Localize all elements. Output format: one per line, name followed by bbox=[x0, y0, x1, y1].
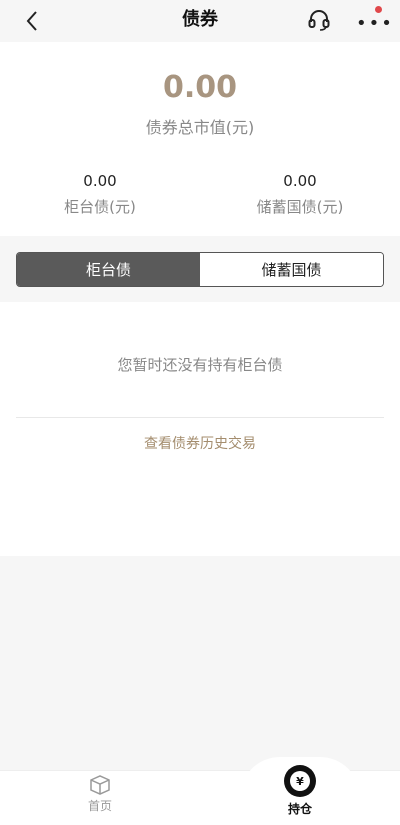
nav-home-label: 首页 bbox=[87, 799, 112, 813]
bond-history-link[interactable]: 查看债券历史交易 bbox=[0, 433, 400, 453]
counter-bond-summary: 0.00 柜台债(元) bbox=[0, 170, 200, 220]
tab-counter-bond[interactable]: 柜台债 bbox=[17, 253, 200, 286]
more-dots-icon: ••• bbox=[356, 13, 394, 34]
counter-bond-label: 柜台债(元) bbox=[64, 198, 136, 216]
notification-dot bbox=[375, 6, 382, 13]
total-market-value: 0.00 bbox=[162, 70, 238, 105]
top-bar: 债券 ••• bbox=[0, 0, 400, 42]
customer-service-button[interactable] bbox=[306, 7, 332, 33]
nav-holdings-label: 持仓 bbox=[287, 802, 312, 816]
nav-holdings[interactable]: ¥ 持仓 bbox=[270, 765, 330, 817]
holdings-content: 您暂时还没有持有柜台债 查看债券历史交易 bbox=[0, 302, 400, 556]
box-icon bbox=[90, 775, 110, 795]
bond-summary-card: 0.00 债券总市值(元) 0.00 柜台债(元) 0.00 储蓄国债(元) bbox=[0, 42, 400, 236]
savings-bond-summary: 0.00 储蓄国债(元) bbox=[200, 170, 400, 220]
bond-type-tabs: 柜台债 储蓄国债 bbox=[16, 252, 384, 287]
empty-holdings-message: 您暂时还没有持有柜台债 bbox=[117, 356, 283, 374]
tab-savings-bond[interactable]: 储蓄国债 bbox=[200, 253, 383, 286]
nav-home[interactable]: 首页 bbox=[70, 774, 130, 814]
divider bbox=[16, 417, 384, 418]
counter-bond-value: 0.00 bbox=[83, 172, 117, 190]
page-title: 债券 bbox=[182, 9, 218, 30]
total-market-value-label: 债券总市值(元) bbox=[145, 118, 255, 137]
headset-icon bbox=[308, 10, 330, 31]
yen-coin-icon: ¥ bbox=[284, 765, 316, 797]
yen-symbol: ¥ bbox=[290, 771, 310, 791]
savings-bond-label: 储蓄国债(元) bbox=[256, 198, 344, 216]
more-button[interactable]: ••• bbox=[352, 6, 392, 34]
savings-bond-value: 0.00 bbox=[283, 172, 317, 190]
